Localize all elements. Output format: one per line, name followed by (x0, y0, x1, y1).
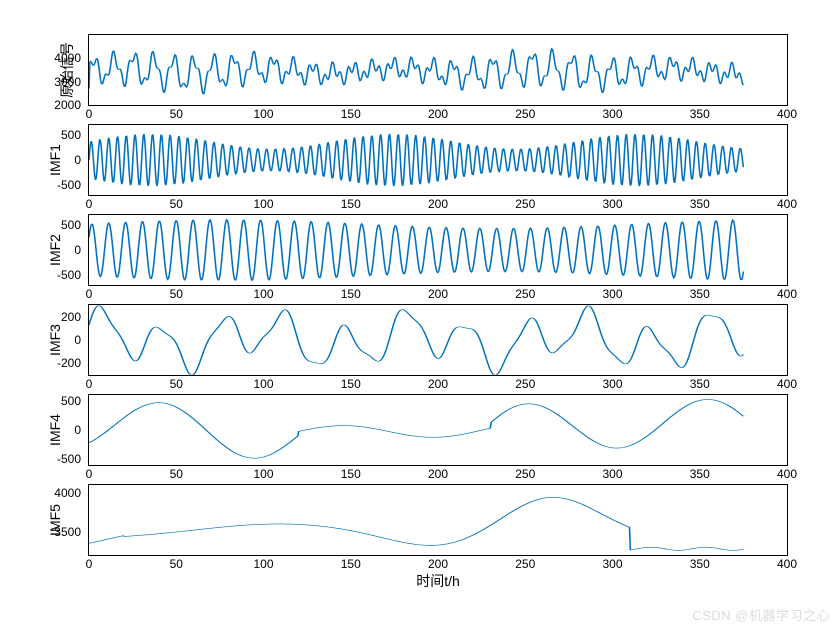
xtick-label: 200 (428, 377, 448, 391)
xtick-label: 400 (777, 287, 797, 301)
line-imf4 (89, 395, 787, 465)
subplot-imf2: IMF2 -5000500 050100150200250300350400 (88, 214, 788, 286)
yticks-3: -200 0 200 (45, 305, 85, 375)
xtick-label: 350 (690, 287, 710, 301)
xtick-label: 350 (690, 377, 710, 391)
xtick-label: 150 (341, 377, 361, 391)
xtick-label: 100 (253, 467, 273, 481)
xtick-label: 150 (341, 197, 361, 211)
xtick-label: 350 (690, 557, 710, 571)
ytick-label: 2000 (54, 98, 81, 112)
xtick-label: 250 (515, 107, 535, 121)
xtick-label: 100 (253, 377, 273, 391)
xtick-label: 0 (86, 467, 93, 481)
watermark: CSDN @机器学习之心 (692, 605, 830, 624)
xtick-label: 50 (170, 557, 183, 571)
xtick-label: 50 (170, 107, 183, 121)
ytick-label: -500 (57, 178, 81, 192)
xtick-label: 400 (777, 467, 797, 481)
xtick-label: 250 (515, 377, 535, 391)
xtick-label: 0 (86, 107, 93, 121)
line-imf1 (89, 125, 787, 195)
xtick-label: 400 (777, 377, 797, 391)
yticks-0: 200030004000 (45, 35, 85, 105)
subplot-original: 原始信号 200030004000 0501001502002503003504… (88, 34, 788, 106)
xtick-label: 350 (690, 467, 710, 481)
xtick-label: 150 (341, 467, 361, 481)
xtick-label: 150 (341, 557, 361, 571)
xticks-1: 050100150200250300350400 (89, 197, 787, 213)
plot-grid: 原始信号 200030004000 0501001502002503003504… (88, 34, 788, 594)
xtick-label: 50 (170, 467, 183, 481)
line-imf2 (89, 215, 787, 285)
xtick-label: 400 (777, 557, 797, 571)
xtick-label: 250 (515, 467, 535, 481)
xtick-label: 300 (602, 107, 622, 121)
ytick-label: 4000 (54, 51, 81, 65)
ytick-label: 200 (61, 310, 81, 324)
xtick-label: 200 (428, 557, 448, 571)
yticks-4: -500 0 500 (45, 395, 85, 465)
ytick-label: 500 (61, 218, 81, 232)
xtick-label: 350 (690, 107, 710, 121)
xtick-label: 200 (428, 107, 448, 121)
subplot-imf5: IMF5 35004000 050100150200250300350400 时… (88, 484, 788, 556)
xtick-label: 250 (515, 557, 535, 571)
yticks-5: 3500 4000 (45, 485, 85, 555)
xtick-label: 300 (602, 197, 622, 211)
xtick-label: 100 (253, 107, 273, 121)
xtick-label: 50 (170, 377, 183, 391)
line-imf3 (89, 305, 787, 375)
xtick-label: 100 (253, 197, 273, 211)
xtick-label: 150 (341, 287, 361, 301)
xticks-0: 050100150200250300350400 (89, 107, 787, 123)
xtick-label: 300 (602, 287, 622, 301)
ytick-label: 0 (74, 243, 81, 257)
ytick-label: 0 (74, 153, 81, 167)
ytick-label: 4000 (54, 486, 81, 500)
xticks-4: 050100150200250300350400 (89, 467, 787, 483)
ytick-label: 3500 (54, 525, 81, 539)
xtick-label: 300 (602, 467, 622, 481)
yticks-1: -500 0 500 (45, 125, 85, 195)
xtick-label: 250 (515, 287, 535, 301)
xtick-label: 300 (602, 377, 622, 391)
xtick-label: 0 (86, 287, 93, 301)
subplot-imf3: IMF3 -2000200 050100150200250300350400 (88, 304, 788, 376)
xtick-label: 0 (86, 557, 93, 571)
xlabel: 时间t/h (416, 571, 460, 591)
ytick-label: -500 (57, 452, 81, 466)
ytick-label: -500 (57, 268, 81, 282)
subplot-imf4: IMF4 -5000500 050100150200250300350400 (88, 394, 788, 466)
ytick-label: -200 (57, 356, 81, 370)
xtick-label: 50 (170, 197, 183, 211)
ytick-label: 500 (61, 128, 81, 142)
xtick-label: 0 (86, 197, 93, 211)
xtick-label: 200 (428, 467, 448, 481)
xticks-3: 050100150200250300350400 (89, 377, 787, 393)
xtick-label: 200 (428, 287, 448, 301)
ytick-label: 0 (74, 333, 81, 347)
xtick-label: 400 (777, 107, 797, 121)
xtick-label: 100 (253, 557, 273, 571)
xtick-label: 150 (341, 107, 361, 121)
line-imf5 (89, 485, 787, 555)
xtick-label: 0 (86, 377, 93, 391)
xtick-label: 350 (690, 197, 710, 211)
xtick-label: 50 (170, 287, 183, 301)
xticks-2: 050100150200250300350400 (89, 287, 787, 303)
yticks-2: -500 0 500 (45, 215, 85, 285)
xtick-label: 200 (428, 197, 448, 211)
ytick-label: 0 (74, 423, 81, 437)
ytick-label: 3000 (54, 75, 81, 89)
xtick-label: 300 (602, 557, 622, 571)
xtick-label: 250 (515, 197, 535, 211)
xtick-label: 100 (253, 287, 273, 301)
subplot-imf1: IMF1 -5000500 050100150200250300350400 (88, 124, 788, 196)
ytick-label: 500 (61, 394, 81, 408)
xtick-label: 400 (777, 197, 797, 211)
line-original (89, 35, 787, 105)
